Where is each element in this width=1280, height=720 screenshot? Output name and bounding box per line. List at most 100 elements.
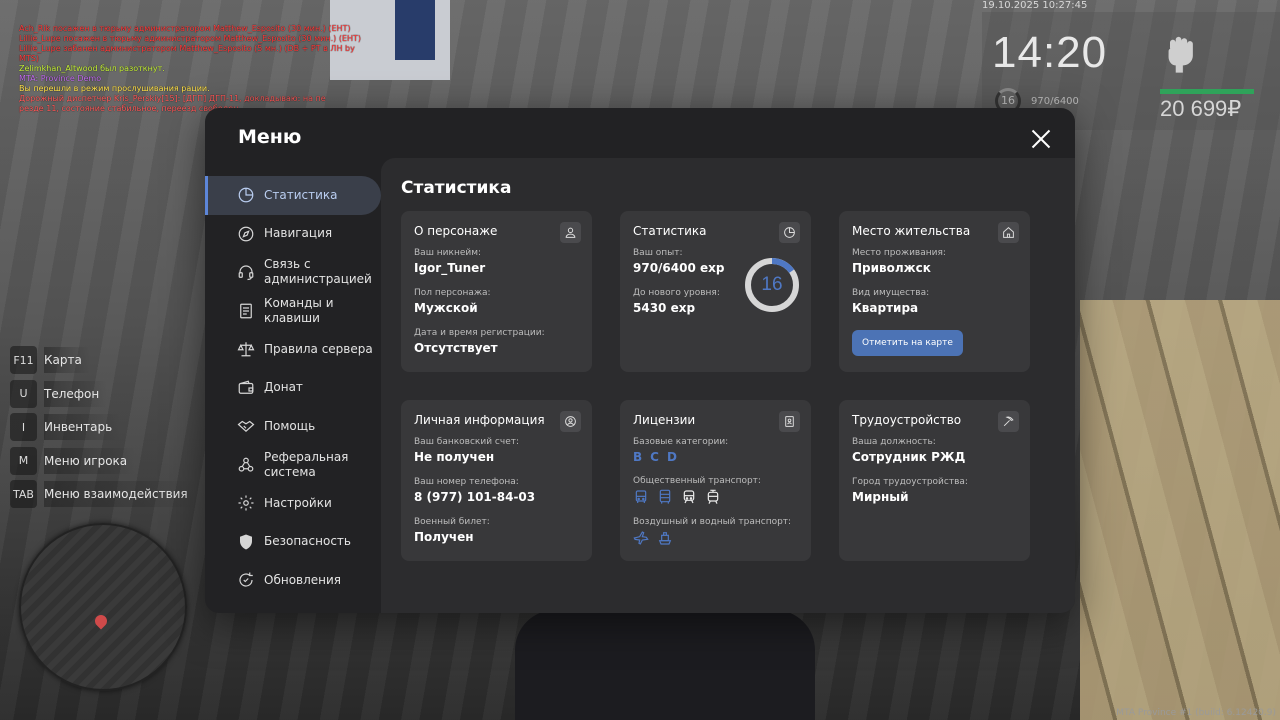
train-icon [683, 490, 695, 504]
bank-value: Не получен [414, 450, 495, 464]
sidebar-item-label: Донат [264, 380, 303, 395]
scales-icon [237, 342, 255, 357]
hotkey-key: TAB [10, 480, 37, 508]
document-icon [240, 303, 252, 319]
pie-chart-icon [238, 187, 254, 203]
card-title: О персонаже [414, 224, 498, 238]
bus-icon [635, 490, 647, 503]
level-number: 16 [761, 274, 783, 295]
license-categories: B C D [633, 450, 798, 464]
sidebar-item-label: Навигация [264, 226, 333, 241]
military-value: Получен [414, 530, 474, 544]
position-value: Сотрудник РЖД [852, 450, 966, 464]
sidebar-item-label: Команды и клавиши [264, 295, 334, 325]
card-character: О персонаже Ваш никнейм: Igor_Tuner Пол … [401, 211, 592, 372]
chat-line: Lillie_Lupe забанен администратором Matt… [19, 44, 355, 53]
hotkey-label: Карта [44, 347, 90, 373]
boat-icon [658, 532, 672, 545]
network-icon [238, 457, 254, 472]
field-label: Общественный транспорт: [633, 476, 761, 486]
field-label: Ваша должность: [852, 437, 936, 447]
field-label: Базовые категории: [633, 437, 729, 447]
hotkey-label: Телефон [44, 380, 108, 407]
sidebar-item-label: Правила сервера [264, 341, 373, 356]
hotkey-map[interactable]: F11 Карта [10, 345, 196, 375]
sidebar-item-updates[interactable]: Обновления [205, 561, 381, 600]
sidebar-item-label: Связь с администрацией [264, 257, 372, 287]
close-button[interactable] [1030, 128, 1052, 150]
background-planks [1080, 300, 1280, 720]
hotkey-key: F11 [10, 346, 37, 374]
card-licenses: Лицензии Базовые категории: B C D Общест… [620, 400, 811, 561]
sidebar-item-label: Настройки [264, 495, 332, 510]
field-label: Ваш номер телефона: [414, 477, 519, 487]
sidebar-item-donate[interactable]: Донат [205, 369, 381, 408]
sidebar-item-label: Статистика [264, 187, 338, 202]
hud-exp: 970/6400 [1031, 96, 1079, 107]
sidebar-item-commands[interactable]: Команды и клавиши [205, 292, 381, 331]
hotkey-label: Меню взаимодействия [44, 481, 196, 507]
sidebar-item-admin-contact[interactable]: Связь с администрацией [205, 253, 381, 292]
job-city-value: Мирный [852, 490, 909, 504]
sidebar-item-referral[interactable]: Реферальная система [205, 446, 381, 485]
sidebar-item-rules[interactable]: Правила сервера [205, 330, 381, 369]
field-label: Город трудоустройства: [852, 477, 968, 487]
sidebar-item-settings[interactable]: Настройки [205, 484, 381, 523]
hotkey-player-menu[interactable]: M Меню игрока [10, 446, 196, 476]
card-title: Место жительства [852, 224, 971, 238]
player-character [515, 610, 815, 720]
card-title: Трудоустройство [852, 413, 962, 427]
fist-icon [1162, 34, 1198, 74]
hotkey-interaction-menu[interactable]: TAB Меню взаимодействия [10, 479, 196, 509]
health-bar [1160, 89, 1254, 94]
hotkey-key: U [10, 379, 37, 408]
menu-window: Меню Статистика Навигация Связь с админи… [205, 108, 1075, 613]
card-personal-info: Личная информация Ваш банковский счет: Н… [401, 400, 592, 561]
gear-icon [238, 495, 254, 511]
sidebar: Статистика Навигация Связь с администрац… [205, 176, 381, 600]
card-employment: Трудоустройство Ваша должность: Сотрудни… [839, 400, 1030, 561]
air-water-licenses [633, 530, 798, 546]
plane-icon [633, 531, 649, 545]
hotkey-key: I [10, 413, 37, 441]
card-title: Статистика [633, 224, 707, 238]
hud-clock: 14:20 [992, 28, 1108, 77]
chat-line: Lillie_Lupe посажен в тюрьму администрат… [19, 34, 362, 43]
field-label: Вид имущества: [852, 288, 930, 298]
sidebar-item-label: Безопасность [264, 534, 351, 549]
id-card-icon [779, 411, 800, 432]
hud-money: 20 699₽ [1160, 96, 1242, 121]
hotkey-key: M [10, 446, 37, 475]
user-icon [560, 222, 581, 243]
hud-datetime: 19.10.2025 10:27:45 [982, 0, 1088, 11]
chat-line: MTA: Province Demo [19, 74, 102, 83]
hotkey-inventory[interactable]: I Инвентарь [10, 412, 196, 442]
menu-title: Меню [238, 126, 302, 148]
field-label: Воздушный и водный транспорт: [633, 517, 792, 527]
chat-line: Zelimkhan_Altwood был разоткнут. [19, 64, 165, 73]
sidebar-item-help[interactable]: Помощь [205, 407, 381, 446]
tram-icon [707, 489, 719, 504]
refresh-icon [239, 572, 253, 587]
field-label: Дата и время регистрации: [414, 328, 545, 338]
sidebar-item-security[interactable]: Безопасность [205, 523, 381, 562]
chat-line: Дорожный диспетчер Kris_Perskiy[15]: [ДГ… [19, 94, 326, 103]
chat-line: Вы перешли в режим прослушивания рации. [19, 84, 210, 93]
shield-icon [240, 534, 252, 550]
build-info: MTA Province #1 (build: 6.12420.9) [1116, 708, 1276, 718]
card-statistics: Статистика Ваш опыт: 970/6400 exp До нов… [620, 211, 811, 372]
account-circle-icon [560, 411, 581, 432]
sidebar-item-label: Реферальная система [264, 449, 349, 479]
hotkey-list: F11 Карта U Телефон I Инвентарь M Меню и… [10, 345, 196, 513]
public-transport-licenses [633, 489, 798, 505]
registration-value: Отсутствует [414, 341, 498, 355]
sidebar-item-statistics[interactable]: Статистика [205, 176, 381, 215]
coach-icon [659, 489, 671, 504]
license-category: D [666, 450, 677, 464]
chat-line: MTS) [19, 54, 39, 63]
pickaxe-icon [998, 411, 1019, 432]
mark-on-map-button[interactable]: Отметить на карте [852, 330, 963, 356]
field-label: Военный билет: [414, 517, 490, 527]
sidebar-item-navigation[interactable]: Навигация [205, 215, 381, 254]
hotkey-phone[interactable]: U Телефон [10, 379, 196, 409]
